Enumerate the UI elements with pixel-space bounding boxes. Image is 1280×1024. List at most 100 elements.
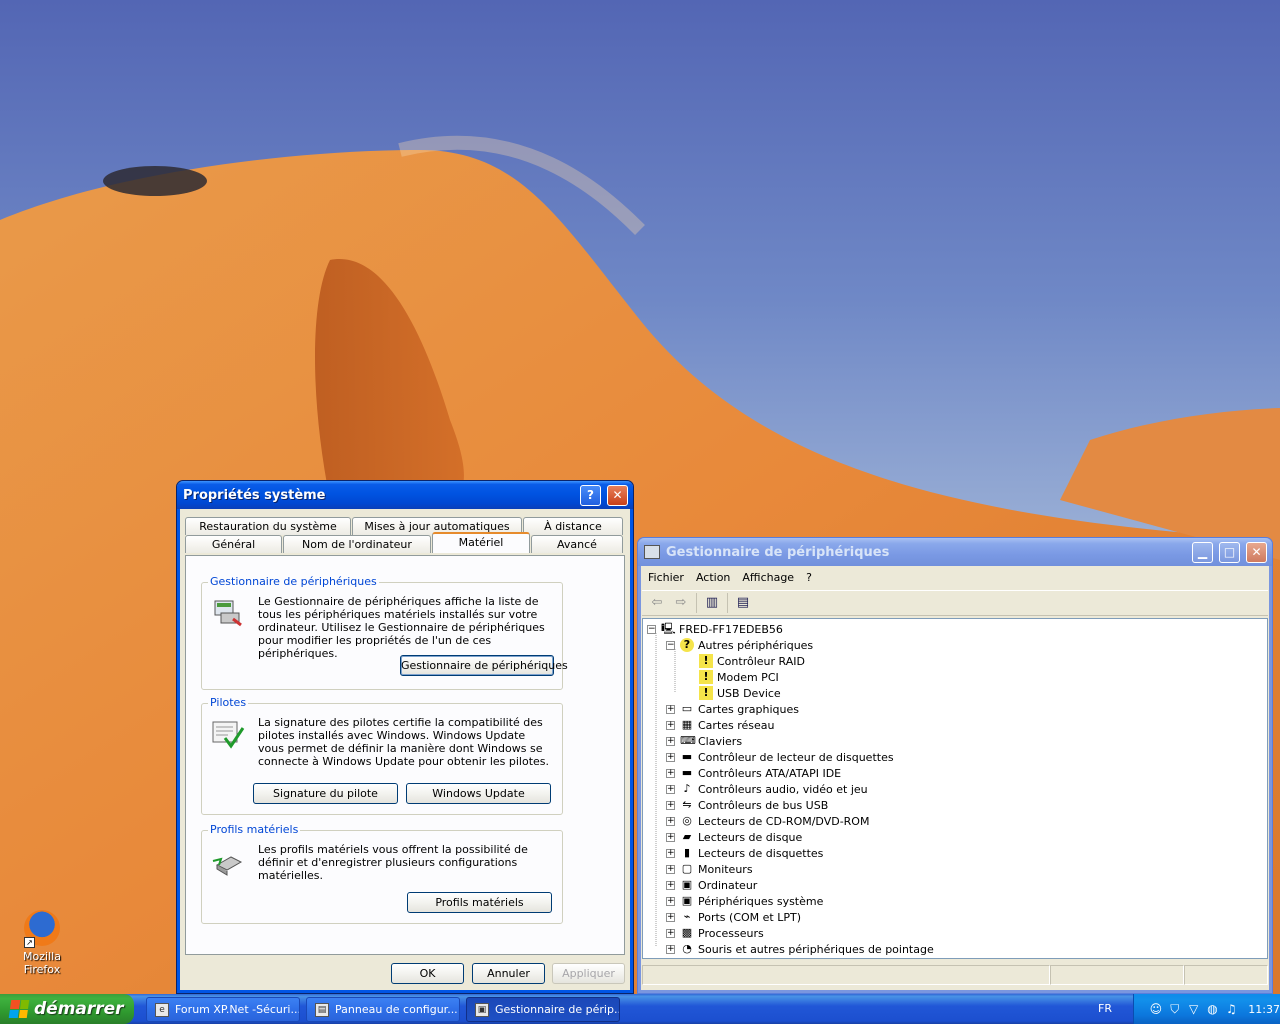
toolbar-separator (696, 593, 697, 613)
monitor-icon: ▢ (681, 862, 693, 875)
tab-general[interactable]: Général (185, 535, 282, 553)
back-icon[interactable]: ⇦ (648, 594, 666, 612)
tree-category[interactable]: + ▦ Cartes réseau (666, 717, 775, 733)
titlebar[interactable]: Gestionnaire de périphériques ▁ □ ✕ (638, 538, 1272, 566)
forward-icon[interactable]: ⇨ (672, 594, 690, 612)
tab-avance[interactable]: Avancé (531, 535, 623, 553)
desktop-icon-firefox[interactable]: ↗ Mozilla Firefox (4, 910, 80, 976)
status-pane (642, 965, 1050, 985)
device-manager-icon (211, 597, 245, 629)
close-button[interactable]: ✕ (607, 484, 628, 506)
properties-icon[interactable]: ▤ (734, 594, 752, 612)
expand-icon[interactable]: + (666, 720, 675, 730)
group-hardware-profiles: Profils matériels Les profils matériels … (201, 823, 563, 924)
taskbar-button-device-manager[interactable]: ▣ Gestionnaire de périp... (466, 997, 620, 1022)
tree-category[interactable]: + ▬ Contrôleur de lecteur de disquettes (666, 749, 894, 765)
expand-icon[interactable]: + (666, 912, 675, 922)
tab-restauration[interactable]: Restauration du système (185, 517, 351, 535)
cancel-button[interactable]: Annuler (472, 963, 545, 984)
network-icon[interactable]: ◍ (1205, 1001, 1221, 1017)
tree-category[interactable]: + ♪ Contrôleurs audio, vidéo et jeu (666, 781, 868, 797)
system-device-icon: ▣ (681, 894, 693, 907)
apply-button[interactable]: Appliquer (552, 963, 625, 984)
processor-icon: ▩ (681, 926, 693, 939)
windows-logo-icon (8, 1000, 30, 1018)
driver-signing-button[interactable]: Signature du pilote (253, 783, 398, 804)
menu-affichage[interactable]: Affichage (736, 568, 800, 588)
expand-icon[interactable]: + (666, 864, 675, 874)
tree-category-label: Ports (COM et LPT) (698, 910, 802, 924)
start-button[interactable]: démarrer (0, 994, 134, 1024)
display-adapter-icon: ▭ (681, 702, 693, 715)
minimize-button[interactable]: ▁ (1192, 541, 1213, 563)
keyboard-icon: ⌨ (680, 734, 696, 747)
tree-category-label: Ordinateur (698, 878, 758, 892)
show-hide-tree-icon[interactable]: ▥ (703, 594, 721, 612)
tree-device[interactable]: ! Modem PCI (699, 669, 779, 685)
tree-category[interactable]: + ⌨ Claviers (666, 733, 742, 749)
tree-category[interactable]: + ▬ Contrôleurs ATA/ATAPI IDE (666, 765, 841, 781)
tree-category-label: Lecteurs de CD-ROM/DVD-ROM (698, 814, 870, 828)
tab-nom-ordinateur[interactable]: Nom de l'ordinateur (283, 535, 431, 553)
tree-category[interactable]: + ▭ Cartes graphiques (666, 701, 799, 717)
task-label: Forum XP.Net -Sécuri... (175, 1003, 300, 1016)
tree-category[interactable]: + ▰ Lecteurs de disque (666, 829, 802, 845)
collapse-icon[interactable]: − (666, 640, 675, 650)
shield-icon[interactable]: ⛉ (1167, 1001, 1183, 1017)
tree-category[interactable]: −? Autres périphériques (666, 637, 813, 653)
collapse-icon[interactable]: − (647, 624, 656, 634)
tree-category[interactable]: + ◔ Souris et autres périphériques de poin… (666, 941, 934, 957)
help-button[interactable]: ? (580, 484, 601, 506)
tree-device[interactable]: ! Contrôleur RAID (699, 653, 805, 669)
close-button[interactable]: ✕ (1246, 541, 1267, 563)
toolbar-separator (727, 593, 728, 613)
menu-bar: Fichier Action Affichage ? (642, 568, 1268, 588)
warning-device-icon: ! (699, 654, 713, 668)
clock[interactable]: 11:37 (1248, 1003, 1280, 1016)
expand-icon[interactable]: + (666, 928, 675, 938)
menu-help[interactable]: ? (800, 568, 818, 588)
language-indicator[interactable]: FR (1098, 994, 1112, 1024)
expand-icon[interactable]: + (666, 880, 675, 890)
antivirus-icon[interactable]: ▽ (1186, 1001, 1202, 1017)
tree-device[interactable]: ! USB Device (699, 685, 781, 701)
hardware-profiles-button[interactable]: Profils matériels (407, 892, 552, 913)
expand-icon[interactable]: + (666, 768, 675, 778)
group-text: Les profils matériels vous offrent la po… (258, 843, 528, 882)
ok-button[interactable]: OK (391, 963, 464, 984)
expand-icon[interactable]: + (666, 944, 675, 954)
group-device-manager: Gestionnaire de périphériques Le Gestion… (201, 575, 568, 690)
tree-category[interactable]: + ⌁ Ports (COM et LPT) (666, 909, 801, 925)
taskbar-button-control-panel[interactable]: ▤ Panneau de configur... (306, 997, 460, 1022)
taskbar-button-forum[interactable]: e Forum XP.Net -Sécuri... (146, 997, 300, 1022)
expand-icon[interactable]: + (666, 816, 675, 826)
tree-category[interactable]: + ▩ Processeurs (666, 925, 764, 941)
tree-category[interactable]: + ⇋ Contrôleurs de bus USB (666, 797, 828, 813)
tab-a-distance[interactable]: À distance (523, 517, 623, 535)
menu-fichier[interactable]: Fichier (642, 568, 690, 588)
expand-icon[interactable]: + (666, 784, 675, 794)
windows-update-button[interactable]: Windows Update (406, 783, 551, 804)
menu-action[interactable]: Action (690, 568, 736, 588)
tree-root[interactable]: − 🖳 FRED-FF17EDEB56 (647, 621, 783, 637)
expand-icon[interactable]: + (666, 800, 675, 810)
expand-icon[interactable]: + (666, 896, 675, 906)
tab-materiel[interactable]: Matériel (432, 532, 530, 553)
tree-device-label: Contrôleur RAID (717, 654, 805, 668)
volume-icon[interactable]: ♫ (1223, 1001, 1239, 1017)
tree-category[interactable]: + ▣ Périphériques système (666, 893, 823, 909)
expand-icon[interactable]: + (666, 832, 675, 842)
expand-icon[interactable]: + (666, 704, 675, 714)
titlebar[interactable]: Propriétés système ? ✕ (177, 481, 633, 509)
expand-icon[interactable]: + (666, 752, 675, 762)
expand-icon[interactable]: + (666, 848, 675, 858)
tree-category[interactable]: + ▣ Ordinateur (666, 877, 757, 893)
user-icon[interactable]: ☺ (1148, 1001, 1164, 1017)
tree-category[interactable]: + ◎ Lecteurs de CD-ROM/DVD-ROM (666, 813, 869, 829)
tree-category[interactable]: + ▢ Moniteurs (666, 861, 753, 877)
maximize-button[interactable]: □ (1219, 541, 1240, 563)
expand-icon[interactable]: + (666, 736, 675, 746)
tree-category[interactable]: + ▮ Lecteurs de disquettes (666, 845, 823, 861)
device-manager-button[interactable]: Gestionnaire de périphériques (400, 655, 568, 676)
group-text: Le Gestionnaire de périphériques affiche… (258, 595, 545, 660)
